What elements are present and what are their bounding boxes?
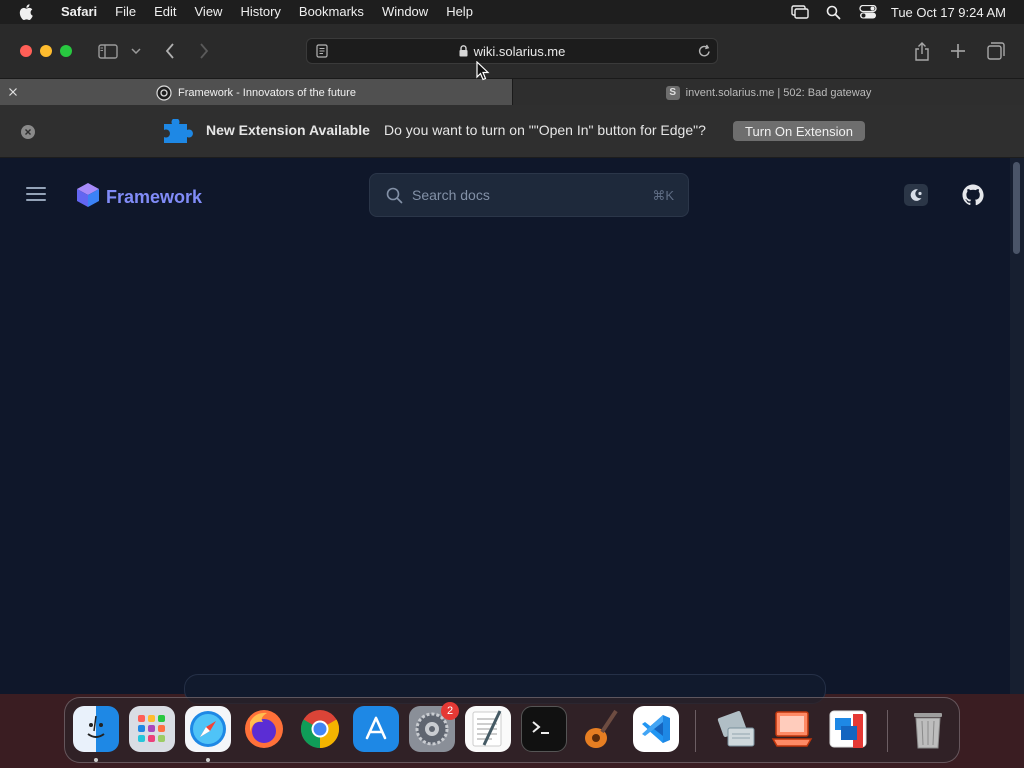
reload-icon[interactable] <box>698 44 711 61</box>
terminal-icon[interactable] <box>521 706 567 752</box>
menu-bookmarks[interactable]: Bookmarks <box>290 0 373 24</box>
dismiss-banner-icon[interactable] <box>21 125 35 139</box>
tab-invent[interactable]: S invent.solarius.me | 502: Bad gateway <box>512 79 1024 106</box>
firefox-icon[interactable] <box>241 706 287 752</box>
boot-camp-icon[interactable] <box>713 706 759 752</box>
screen-mirroring-icon[interactable] <box>783 0 817 24</box>
trash-icon[interactable] <box>905 706 951 752</box>
menu-app-name[interactable]: Safari <box>52 0 106 24</box>
notification-badge: 2 <box>441 702 459 720</box>
page-scrollbar[interactable] <box>1010 158 1024 694</box>
scrollbar-thumb[interactable] <box>1013 162 1020 254</box>
finder-icon[interactable] <box>73 706 119 752</box>
textedit-icon[interactable] <box>465 706 511 752</box>
forward-arrow-icon[interactable] <box>192 39 216 63</box>
url-text[interactable]: wiki.solarius.me <box>474 44 566 59</box>
hamburger-menu-icon[interactable] <box>26 186 46 202</box>
menu-history[interactable]: History <box>231 0 289 24</box>
search-placeholder: Search docs <box>412 187 490 203</box>
site-logo[interactable]: Framework <box>76 182 202 213</box>
apple-icon[interactable] <box>0 0 52 24</box>
launchpad-icon[interactable] <box>129 706 175 752</box>
framework-favicon-icon <box>156 84 172 101</box>
new-tab-plus-icon[interactable] <box>946 39 970 63</box>
search-shortcut: ⌘K <box>652 188 674 203</box>
menu-view[interactable]: View <box>186 0 232 24</box>
minimize-window-button[interactable] <box>40 45 52 57</box>
menu-file[interactable]: File <box>106 0 145 24</box>
tab-bar: Framework - Innovators of the future S i… <box>0 78 1024 106</box>
menu-help[interactable]: Help <box>437 0 482 24</box>
menu-window[interactable]: Window <box>373 0 437 24</box>
close-tab-icon[interactable] <box>6 85 20 99</box>
chrome-icon[interactable] <box>297 706 343 752</box>
moon-icon <box>910 189 922 201</box>
menu-edit[interactable]: Edit <box>145 0 185 24</box>
dock: 2 <box>64 697 960 763</box>
vscode-icon[interactable] <box>633 706 679 752</box>
address-bar[interactable]: wiki.solarius.me <box>306 38 718 64</box>
window-controls <box>0 45 72 57</box>
mouse-pointer-icon <box>476 60 490 81</box>
turn-on-extension-button[interactable]: Turn On Extension <box>733 121 865 141</box>
close-window-button[interactable] <box>20 45 32 57</box>
puzzle-piece-icon <box>162 118 194 148</box>
sidebar-toggle-icon[interactable] <box>96 39 120 63</box>
search-docs-input[interactable]: Search docs ⌘K <box>369 173 689 217</box>
maximize-window-button[interactable] <box>60 45 72 57</box>
lock-icon <box>459 45 468 57</box>
search-icon <box>386 187 403 204</box>
framework-cube-icon <box>76 182 100 213</box>
page-content: Framework Search docs ⌘K <box>0 158 1010 704</box>
banner-message: Do you want to turn on ""Open In" button… <box>384 122 706 138</box>
safari-icon[interactable] <box>185 706 231 752</box>
spotlight-search-icon[interactable] <box>817 0 851 24</box>
tab-overview-icon[interactable] <box>984 39 1008 63</box>
github-icon[interactable] <box>961 183 985 207</box>
solarius-favicon-icon: S <box>665 85 680 100</box>
back-arrow-icon[interactable] <box>158 39 182 63</box>
menu-clock[interactable]: Tue Oct 17 9:24 AM <box>885 5 1024 20</box>
share-icon[interactable] <box>910 39 934 63</box>
browser-toolbar: wiki.solarius.me <box>0 24 1024 78</box>
tab-title: invent.solarius.me | 502: Bad gateway <box>685 86 872 99</box>
garageband-icon[interactable] <box>577 706 623 752</box>
banner-title: New Extension Available <box>206 122 370 138</box>
reader-mode-icon[interactable] <box>316 44 328 61</box>
brand-name: Framework <box>106 187 203 207</box>
menu-bar: Safari File Edit View History Bookmarks … <box>0 0 1024 24</box>
tab-title: Framework - Innovators of the future <box>178 86 356 99</box>
system-settings-icon[interactable]: 2 <box>409 702 459 752</box>
control-center-icon[interactable] <box>851 0 885 24</box>
parallels-icon[interactable] <box>825 706 871 752</box>
tab-group-chevron-down-icon[interactable] <box>126 39 146 63</box>
app-store-icon[interactable] <box>353 706 399 752</box>
tab-framework[interactable]: Framework - Innovators of the future <box>0 79 512 106</box>
remote-desktop-icon[interactable] <box>769 706 815 752</box>
extension-banner: New Extension Available Do you want to t… <box>0 105 1024 158</box>
theme-toggle-button[interactable] <box>904 184 928 206</box>
